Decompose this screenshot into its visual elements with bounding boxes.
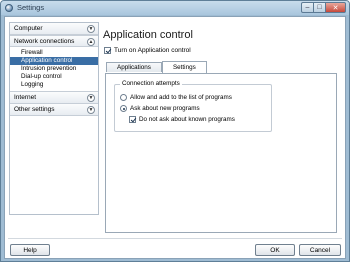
close-icon: ✕ <box>332 4 339 12</box>
chevron-down-icon[interactable]: ▼ <box>87 94 95 102</box>
minimize-icon: – <box>305 4 310 11</box>
sidebar-item-intrusion-prevention[interactable]: Intrusion prevention <box>10 65 98 73</box>
sidebar-item-firewall[interactable]: Firewall <box>10 49 98 57</box>
footer-separator <box>8 238 342 239</box>
radio-selected-icon[interactable] <box>120 105 127 112</box>
do-not-ask-known-programs-checkbox[interactable]: Do not ask about known programs <box>129 116 235 123</box>
maximize-button[interactable]: □ <box>314 2 326 13</box>
minimize-button[interactable]: – <box>301 2 314 13</box>
sidebar-category-other-settings[interactable]: Other settings ▼ <box>10 104 98 116</box>
network-connections-items: Firewall Application control Intrusion p… <box>10 47 98 92</box>
sidebar-category-label: Other settings <box>14 106 55 113</box>
caption-buttons: – □ ✕ <box>301 2 346 13</box>
allow-and-add-radio[interactable]: Allow and add to the list of programs <box>120 94 232 101</box>
maximize-icon: □ <box>317 4 322 11</box>
allow-and-add-label: Allow and add to the list of programs <box>130 94 232 101</box>
sidebar-category-label: Computer <box>14 25 43 32</box>
ask-about-new-programs-label: Ask about new programs <box>130 105 200 112</box>
sidebar-item-application-control[interactable]: Application control <box>10 57 98 65</box>
connection-attempts-group: Connection attempts Allow and add to the… <box>114 80 272 132</box>
sidebar-category-label: Internet <box>14 94 37 101</box>
close-button[interactable]: ✕ <box>326 2 346 13</box>
tab-strip: Applications Settings <box>106 61 207 73</box>
window-title: Settings <box>17 3 45 12</box>
help-button[interactable]: Help <box>10 244 50 256</box>
client-area: Computer ▼ Network connections ▲ Firewal… <box>4 16 346 259</box>
sidebar: Computer ▼ Network connections ▲ Firewal… <box>9 22 99 215</box>
sidebar-category-network-connections[interactable]: Network connections ▲ <box>10 35 98 47</box>
ok-button[interactable]: OK <box>255 244 295 256</box>
connection-attempts-legend: Connection attempts <box>120 80 182 87</box>
chevron-up-icon[interactable]: ▲ <box>87 38 95 46</box>
settings-tab-panel: Connection attempts Allow and add to the… <box>105 73 337 233</box>
settings-window: Settings – □ ✕ Computer ▼ Network connec… <box>0 0 350 262</box>
tab-settings[interactable]: Settings <box>161 61 207 73</box>
page-title: Application control <box>103 29 193 41</box>
turn-on-label: Turn on Application control <box>114 47 191 54</box>
app-icon <box>5 4 13 12</box>
title-bar[interactable]: Settings – □ ✕ <box>1 1 349 15</box>
checkbox-checked-icon[interactable] <box>104 47 111 54</box>
chevron-down-icon[interactable]: ▼ <box>87 106 95 114</box>
cancel-button[interactable]: Cancel <box>299 244 341 256</box>
ask-about-new-programs-radio[interactable]: Ask about new programs <box>120 105 200 112</box>
chevron-down-icon[interactable]: ▼ <box>87 25 95 33</box>
tab-applications[interactable]: Applications <box>106 62 162 72</box>
do-not-ask-label: Do not ask about known programs <box>139 116 235 123</box>
sidebar-item-dial-up-control[interactable]: Dial-up control <box>10 73 98 81</box>
sidebar-category-computer[interactable]: Computer ▼ <box>10 23 98 35</box>
sidebar-item-logging[interactable]: Logging <box>10 81 98 89</box>
checkbox-checked-icon[interactable] <box>129 116 136 123</box>
radio-unselected-icon[interactable] <box>120 94 127 101</box>
turn-on-application-control-checkbox[interactable]: Turn on Application control <box>104 47 191 54</box>
sidebar-category-label: Network connections <box>14 38 75 45</box>
sidebar-category-internet[interactable]: Internet ▼ <box>10 92 98 104</box>
